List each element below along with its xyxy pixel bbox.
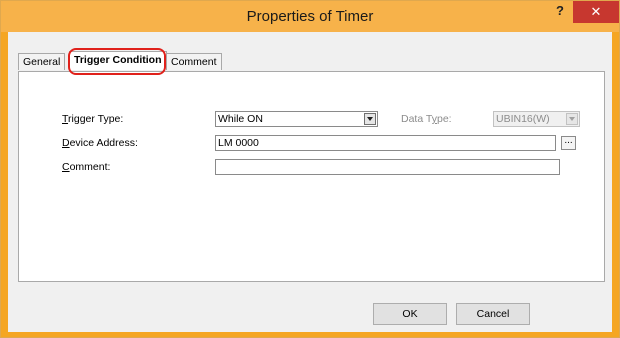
comment-label: Comment: — [62, 161, 111, 173]
data-type-select[interactable]: UBIN16(W) — [493, 111, 580, 127]
help-button[interactable]: ? — [547, 1, 573, 23]
device-address-label: Device Address: — [62, 137, 138, 149]
chevron-down-icon[interactable] — [566, 113, 578, 125]
tab-general[interactable]: General — [18, 53, 66, 70]
cancel-button[interactable]: Cancel — [456, 303, 530, 325]
tab-comment[interactable]: Comment — [166, 53, 222, 70]
dialog-title: Properties of Timer — [246, 8, 374, 25]
comment-input[interactable] — [215, 159, 560, 175]
trigger-type-select[interactable]: While ON — [215, 111, 378, 127]
data-type-value: UBIN16(W) — [496, 113, 550, 125]
trigger-type-label: Trigger Type: — [62, 113, 124, 125]
chevron-down-icon[interactable] — [364, 113, 376, 125]
tab-highlight-annotation — [68, 48, 166, 75]
device-address-input[interactable]: LM 0000 — [215, 135, 556, 151]
properties-dialog: Properties of Timer ? ✕ General Trigger … — [0, 0, 620, 338]
trigger-condition-panel: Trigger Type: While ON Data Type: UBIN16… — [18, 71, 605, 282]
device-address-browse-button[interactable]: ... — [561, 136, 576, 150]
close-button[interactable]: ✕ — [573, 1, 619, 23]
trigger-type-value: While ON — [218, 113, 263, 125]
close-icon: ✕ — [590, 4, 602, 19]
title-bar: Properties of Timer ? ✕ — [1, 1, 619, 32]
dialog-client-area: General Trigger Condition Comment Trigge… — [8, 32, 612, 332]
data-type-label: Data Type: — [401, 113, 452, 125]
ok-button[interactable]: OK — [373, 303, 447, 325]
